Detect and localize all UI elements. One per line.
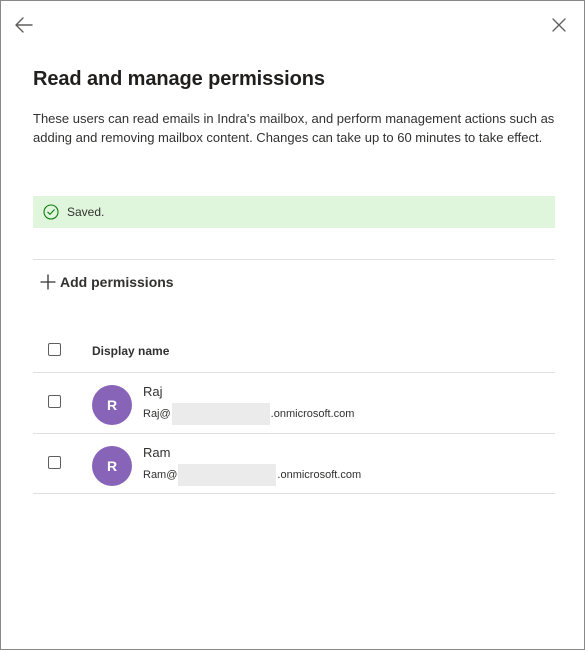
- user-name: Ram: [143, 445, 171, 460]
- close-icon[interactable]: [547, 13, 571, 37]
- redacted-block: [178, 464, 277, 486]
- status-text: Saved.: [67, 205, 105, 219]
- table-row[interactable]: R Ram Ram@ .onmicrosoft.com: [33, 434, 555, 494]
- row-checkbox[interactable]: [48, 395, 61, 408]
- user-name: Raj: [143, 384, 163, 399]
- row-divider: [33, 493, 555, 494]
- email-suffix: .onmicrosoft.com: [270, 408, 355, 420]
- toolbar-divider: [33, 259, 555, 260]
- avatar: R: [92, 446, 132, 486]
- avatar: R: [92, 385, 132, 425]
- plus-icon: [40, 274, 56, 290]
- user-email: Ram@ .onmicrosoft.com: [143, 464, 362, 486]
- add-permissions-label: Add permissions: [60, 274, 174, 290]
- status-message-bar: Saved.: [33, 196, 555, 228]
- row-checkbox[interactable]: [48, 456, 61, 469]
- column-header-display-name[interactable]: Display name: [92, 344, 169, 358]
- user-email: Raj@ .onmicrosoft.com: [143, 403, 355, 425]
- add-permissions-button[interactable]: Add permissions: [39, 271, 174, 293]
- panel-description: These users can read emails in Indra's m…: [33, 111, 555, 145]
- email-prefix: Ram@: [143, 469, 178, 481]
- permissions-panel: Read and manage permissions These users …: [0, 0, 585, 650]
- email-suffix: .onmicrosoft.com: [277, 469, 362, 481]
- checkmark-circle-icon: [43, 204, 59, 220]
- redacted-block: [171, 403, 270, 425]
- email-prefix: Raj@: [143, 408, 171, 420]
- select-all-checkbox[interactable]: [48, 343, 61, 356]
- page-title: Read and manage permissions: [33, 68, 325, 90]
- table-row[interactable]: R Raj Raj@ .onmicrosoft.com: [33, 373, 555, 433]
- back-arrow-icon[interactable]: [12, 13, 36, 37]
